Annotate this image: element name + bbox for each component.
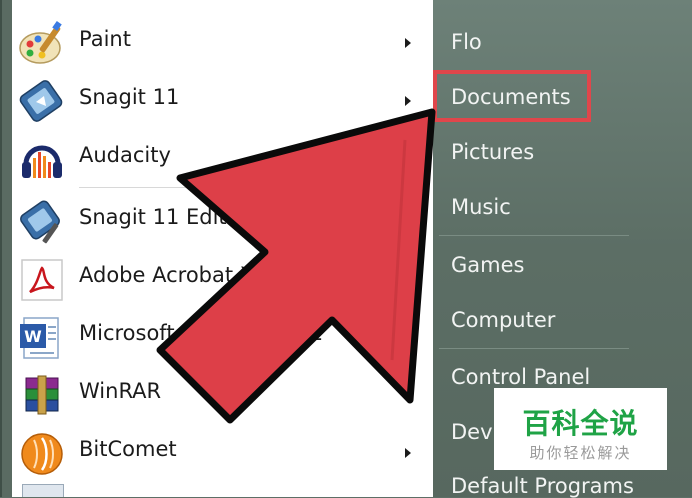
submenu-arrow-icon: [405, 96, 411, 106]
program-label: BitComet: [79, 437, 177, 461]
places-separator: [439, 348, 629, 349]
program-item-snagit-11[interactable]: Snagit 11: [12, 72, 433, 128]
acrobat-icon: [18, 256, 66, 304]
program-item-paint[interactable]: Paint: [12, 14, 433, 70]
program-item-snagit-11-editor[interactable]: Snagit 11 Editor: [12, 192, 433, 248]
program-label: Snagit 11: [79, 85, 180, 109]
baike-watermark: 百科全说 助你轻松解决: [494, 388, 667, 470]
program-label: Paint: [79, 27, 131, 51]
svg-text:W: W: [24, 327, 42, 346]
watermark-title: 百科全说: [522, 407, 639, 440]
winrar-icon: [18, 372, 66, 420]
submenu-arrow-icon: [405, 38, 411, 48]
program-item-audacity[interactable]: Audacity: [12, 130, 433, 186]
program-label: Adobe Acrobat X: [79, 263, 255, 287]
place-item-games[interactable]: Games: [451, 253, 524, 277]
snagit-editor-icon: [18, 198, 66, 246]
place-item-control-panel[interactable]: Control Panel: [451, 365, 590, 389]
place-item-music[interactable]: Music: [451, 195, 511, 219]
submenu-arrow-icon: [405, 448, 411, 458]
place-item-devices[interactable]: Devi: [451, 420, 498, 444]
place-item-default-programs[interactable]: Default Programs: [451, 474, 634, 498]
place-item-user-folder[interactable]: Flo: [451, 30, 482, 54]
place-item-computer[interactable]: Computer: [451, 308, 555, 332]
menu-separator: [79, 187, 419, 188]
program-label: Snagit 11 Editor: [79, 205, 249, 229]
program-label: Microsoft Office Word 2: [79, 321, 324, 345]
snagit-icon: [18, 78, 66, 126]
program-label: Audacity: [79, 143, 171, 167]
partial-program-icon: [22, 484, 64, 497]
programs-pane-frame: Paint Snagit 11 Audacity Snagit 11 Edito…: [0, 0, 433, 497]
word-icon: W: [18, 314, 66, 362]
documents-highlight-box: [433, 70, 591, 122]
audacity-icon: [18, 136, 66, 184]
place-item-pictures[interactable]: Pictures: [451, 140, 534, 164]
paint-icon: [18, 20, 66, 68]
watermark-subtitle: 助你轻松解决: [529, 444, 632, 462]
programs-list: Paint Snagit 11 Audacity Snagit 11 Edito…: [12, 0, 433, 497]
program-item-bitcomet[interactable]: BitComet: [12, 424, 433, 480]
bitcomet-icon: [18, 430, 66, 478]
program-label: WinRAR: [79, 379, 162, 403]
program-item-microsoft-word[interactable]: W Microsoft Office Word 2: [12, 308, 433, 364]
places-separator: [439, 235, 629, 236]
program-item-winrar[interactable]: WinRAR: [12, 366, 433, 422]
submenu-arrow-icon: [405, 390, 411, 400]
program-item-adobe-acrobat[interactable]: Adobe Acrobat X: [12, 250, 433, 306]
